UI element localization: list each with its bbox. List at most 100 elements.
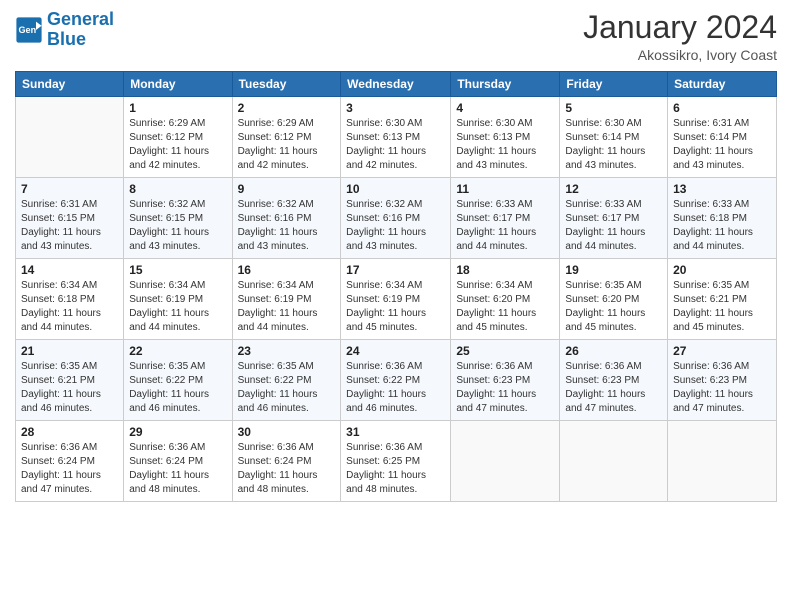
calendar-cell: 19Sunrise: 6:35 AMSunset: 6:20 PMDayligh… bbox=[560, 259, 668, 340]
page: Gen General Blue January 2024 Akossikro,… bbox=[0, 0, 792, 612]
day-info: Sunrise: 6:35 AMSunset: 6:22 PMDaylight:… bbox=[238, 360, 336, 416]
calendar-cell: 30 Sunrise: 6:36 AMSunset: 6:24 PMDayligh… bbox=[232, 421, 341, 502]
col-header-friday: Friday bbox=[560, 72, 668, 97]
calendar-cell: 1Sunrise: 6:29 AMSunset: 6:12 PMDaylight… bbox=[124, 97, 232, 178]
day-info: Sunrise: 6:34 AMSunset: 6:18 PMDaylight:… bbox=[21, 279, 118, 335]
day-number: 24 bbox=[346, 344, 445, 358]
calendar-cell: 22Sunrise: 6:35 AMSunset: 6:22 PMDayligh… bbox=[124, 340, 232, 421]
day-info: Sunrise: 6:34 AMSunset: 6:19 PMDaylight:… bbox=[238, 279, 336, 335]
day-number: 25 bbox=[456, 344, 554, 358]
calendar-cell: 10 Sunrise: 6:32 AMSunset: 6:16 PMDayligh… bbox=[341, 178, 451, 259]
day-number: 12 bbox=[565, 182, 662, 196]
calendar-cell: 7 Sunrise: 6:31 AMSunset: 6:15 PMDaylight… bbox=[16, 178, 124, 259]
col-header-wednesday: Wednesday bbox=[341, 72, 451, 97]
day-number: 16 bbox=[238, 263, 336, 277]
calendar-table: SundayMondayTuesdayWednesdayThursdayFrid… bbox=[15, 71, 777, 502]
col-header-saturday: Saturday bbox=[668, 72, 777, 97]
calendar-cell: 18 Sunrise: 6:34 AMSunset: 6:20 PMDayligh… bbox=[451, 259, 560, 340]
calendar-cell: 15 Sunrise: 6:34 AMSunset: 6:19 PMDayligh… bbox=[124, 259, 232, 340]
day-number: 2 bbox=[238, 101, 336, 115]
day-info: Sunrise: 6:36 AMSunset: 6:24 PMDaylight:… bbox=[238, 441, 336, 497]
day-info: Sunrise: 6:35 AMSunset: 6:21 PMDaylight:… bbox=[673, 279, 771, 335]
calendar-cell: 13 Sunrise: 6:33 AMSunset: 6:18 PMDayligh… bbox=[668, 178, 777, 259]
day-info: Sunrise: 6:32 AMSunset: 6:16 PMDaylight:… bbox=[346, 198, 445, 254]
calendar-cell: 11Sunrise: 6:33 AMSunset: 6:17 PMDayligh… bbox=[451, 178, 560, 259]
day-info: Sunrise: 6:35 AMSunset: 6:20 PMDaylight:… bbox=[565, 279, 662, 335]
day-number: 30 bbox=[238, 425, 336, 439]
calendar-cell bbox=[16, 97, 124, 178]
calendar-cell: 3 Sunrise: 6:30 AMSunset: 6:13 PMDaylight… bbox=[341, 97, 451, 178]
day-info: Sunrise: 6:34 AMSunset: 6:20 PMDaylight:… bbox=[456, 279, 554, 335]
day-info: Sunrise: 6:36 AMSunset: 6:23 PMDaylight:… bbox=[565, 360, 662, 416]
calendar-cell bbox=[560, 421, 668, 502]
day-number: 20 bbox=[673, 263, 771, 277]
calendar-cell: 2 Sunrise: 6:29 AMSunset: 6:12 PMDaylight… bbox=[232, 97, 341, 178]
svg-text:Gen: Gen bbox=[19, 25, 37, 35]
calendar-cell bbox=[451, 421, 560, 502]
calendar-cell: 8 Sunrise: 6:32 AMSunset: 6:15 PMDaylight… bbox=[124, 178, 232, 259]
day-number: 21 bbox=[21, 344, 118, 358]
day-number: 18 bbox=[456, 263, 554, 277]
calendar-cell: 12Sunrise: 6:33 AMSunset: 6:17 PMDayligh… bbox=[560, 178, 668, 259]
calendar-cell: 17Sunrise: 6:34 AMSunset: 6:19 PMDayligh… bbox=[341, 259, 451, 340]
logo-line1: General bbox=[47, 9, 114, 29]
calendar-cell: 16 Sunrise: 6:34 AMSunset: 6:19 PMDayligh… bbox=[232, 259, 341, 340]
main-title: January 2024 bbox=[583, 10, 777, 45]
calendar-header-row: SundayMondayTuesdayWednesdayThursdayFrid… bbox=[16, 72, 777, 97]
day-number: 8 bbox=[129, 182, 226, 196]
calendar-cell: 21 Sunrise: 6:35 AMSunset: 6:21 PMDayligh… bbox=[16, 340, 124, 421]
day-number: 28 bbox=[21, 425, 118, 439]
calendar-cell: 23 Sunrise: 6:35 AMSunset: 6:22 PMDayligh… bbox=[232, 340, 341, 421]
calendar-cell: 25 Sunrise: 6:36 AMSunset: 6:23 PMDayligh… bbox=[451, 340, 560, 421]
calendar-week-row: 7 Sunrise: 6:31 AMSunset: 6:15 PMDaylight… bbox=[16, 178, 777, 259]
day-info: Sunrise: 6:36 AMSunset: 6:25 PMDaylight:… bbox=[346, 441, 445, 497]
day-info: Sunrise: 6:36 AMSunset: 6:23 PMDaylight:… bbox=[456, 360, 554, 416]
day-info: Sunrise: 6:29 AMSunset: 6:12 PMDaylight:… bbox=[238, 117, 336, 173]
day-info: Sunrise: 6:35 AMSunset: 6:21 PMDaylight:… bbox=[21, 360, 118, 416]
day-info: Sunrise: 6:34 AMSunset: 6:19 PMDaylight:… bbox=[129, 279, 226, 335]
day-info: Sunrise: 6:30 AMSunset: 6:14 PMDaylight:… bbox=[565, 117, 662, 173]
col-header-tuesday: Tuesday bbox=[232, 72, 341, 97]
title-block: January 2024 Akossikro, Ivory Coast bbox=[583, 10, 777, 63]
calendar-cell: 26 Sunrise: 6:36 AMSunset: 6:23 PMDayligh… bbox=[560, 340, 668, 421]
calendar-cell bbox=[668, 421, 777, 502]
calendar-cell: 14 Sunrise: 6:34 AMSunset: 6:18 PMDayligh… bbox=[16, 259, 124, 340]
logo-icon: Gen bbox=[15, 16, 43, 44]
calendar-week-row: 14 Sunrise: 6:34 AMSunset: 6:18 PMDayligh… bbox=[16, 259, 777, 340]
day-number: 1 bbox=[129, 101, 226, 115]
day-number: 5 bbox=[565, 101, 662, 115]
day-info: Sunrise: 6:33 AMSunset: 6:18 PMDaylight:… bbox=[673, 198, 771, 254]
day-info: Sunrise: 6:30 AMSunset: 6:13 PMDaylight:… bbox=[346, 117, 445, 173]
col-header-monday: Monday bbox=[124, 72, 232, 97]
day-number: 11 bbox=[456, 182, 554, 196]
calendar-cell: 9Sunrise: 6:32 AMSunset: 6:16 PMDaylight… bbox=[232, 178, 341, 259]
day-number: 14 bbox=[21, 263, 118, 277]
calendar-cell: 29Sunrise: 6:36 AMSunset: 6:24 PMDayligh… bbox=[124, 421, 232, 502]
day-number: 3 bbox=[346, 101, 445, 115]
day-info: Sunrise: 6:31 AMSunset: 6:14 PMDaylight:… bbox=[673, 117, 771, 173]
day-number: 26 bbox=[565, 344, 662, 358]
logo-line2: Blue bbox=[47, 29, 86, 49]
logo-text: General Blue bbox=[47, 10, 114, 50]
day-info: Sunrise: 6:32 AMSunset: 6:16 PMDaylight:… bbox=[238, 198, 336, 254]
day-info: Sunrise: 6:36 AMSunset: 6:24 PMDaylight:… bbox=[129, 441, 226, 497]
calendar-week-row: 1 Sunrise: 6:29 AMSunset: 6:12 PMDaylight… bbox=[16, 97, 777, 178]
day-number: 23 bbox=[238, 344, 336, 358]
day-info: Sunrise: 6:36 AMSunset: 6:23 PMDaylight:… bbox=[673, 360, 771, 416]
calendar-cell: 5 Sunrise: 6:30 AMSunset: 6:14 PMDaylight… bbox=[560, 97, 668, 178]
day-number: 13 bbox=[673, 182, 771, 196]
col-header-sunday: Sunday bbox=[16, 72, 124, 97]
day-info: Sunrise: 6:36 AMSunset: 6:24 PMDaylight:… bbox=[21, 441, 118, 497]
calendar-cell: 27Sunrise: 6:36 AMSunset: 6:23 PMDayligh… bbox=[668, 340, 777, 421]
day-info: Sunrise: 6:32 AMSunset: 6:15 PMDaylight:… bbox=[129, 198, 226, 254]
day-info: Sunrise: 6:31 AMSunset: 6:15 PMDaylight:… bbox=[21, 198, 118, 254]
day-number: 10 bbox=[346, 182, 445, 196]
calendar-cell: 31Sunrise: 6:36 AMSunset: 6:25 PMDayligh… bbox=[341, 421, 451, 502]
day-number: 15 bbox=[129, 263, 226, 277]
header: Gen General Blue January 2024 Akossikro,… bbox=[15, 10, 777, 63]
day-info: Sunrise: 6:34 AMSunset: 6:19 PMDaylight:… bbox=[346, 279, 445, 335]
calendar-cell: 28 Sunrise: 6:36 AMSunset: 6:24 PMDayligh… bbox=[16, 421, 124, 502]
day-number: 7 bbox=[21, 182, 118, 196]
day-info: Sunrise: 6:35 AMSunset: 6:22 PMDaylight:… bbox=[129, 360, 226, 416]
col-header-thursday: Thursday bbox=[451, 72, 560, 97]
